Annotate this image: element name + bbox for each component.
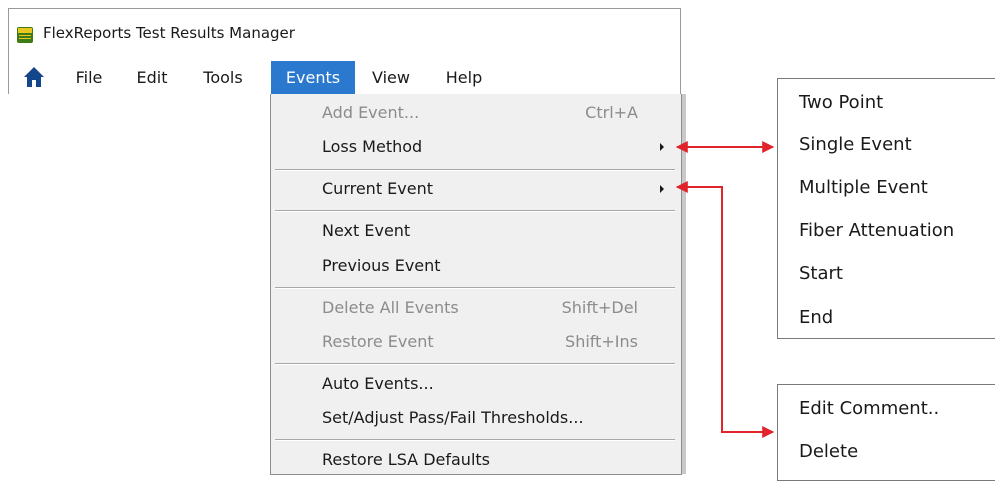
- current-event-arrow: [675, 181, 775, 438]
- callout-arrows: [675, 141, 775, 438]
